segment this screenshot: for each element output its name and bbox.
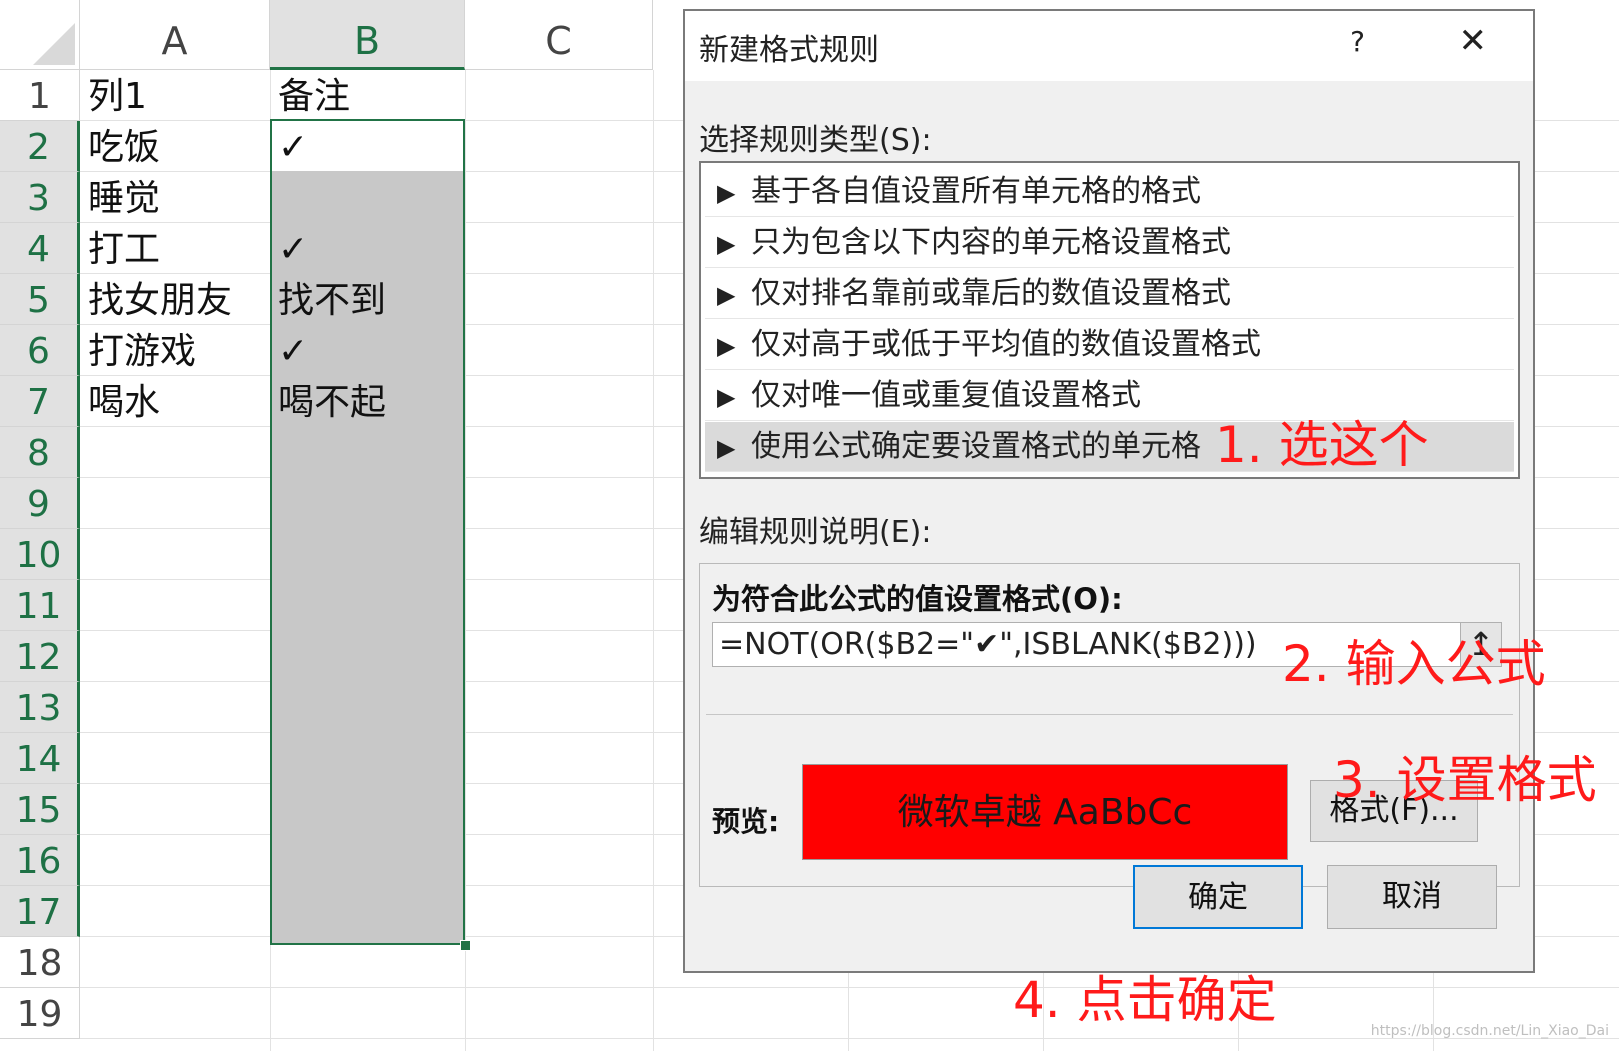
formula-text: =NOT(OR($B2="✔",ISBLANK($B2))) bbox=[719, 627, 1257, 662]
row-header-3[interactable]: 3 bbox=[0, 172, 80, 223]
row-header-17[interactable]: 17 bbox=[0, 886, 80, 937]
cell-b4[interactable]: ✓ bbox=[270, 223, 308, 274]
grid-line bbox=[465, 70, 466, 1051]
triangle-right-icon: ▶ bbox=[717, 179, 736, 207]
dialog-title: 新建格式规则 bbox=[699, 33, 879, 68]
formula-heading: 为符合此公式的值设置格式(O): bbox=[712, 582, 1123, 616]
cell-a3[interactable]: 睡觉 bbox=[80, 172, 160, 223]
column-header-c[interactable]: C bbox=[465, 0, 653, 70]
rule-type-label-text: 仅对排名靠前或靠后的数值设置格式 bbox=[751, 276, 1231, 311]
edit-rule-area: 为符合此公式的值设置格式(O): =NOT(OR($B2="✔",ISBLANK… bbox=[699, 563, 1520, 887]
column-header-b[interactable]: B bbox=[270, 0, 465, 70]
cell-a6[interactable]: 打游戏 bbox=[80, 325, 196, 376]
triangle-right-icon: ▶ bbox=[717, 434, 736, 462]
row-header-14[interactable]: 14 bbox=[0, 733, 80, 784]
row-header-16[interactable]: 16 bbox=[0, 835, 80, 886]
triangle-right-icon: ▶ bbox=[717, 230, 736, 258]
row-header-18[interactable]: 18 bbox=[0, 937, 80, 988]
fill-handle[interactable] bbox=[460, 940, 471, 951]
cell-a1[interactable]: 列1 bbox=[80, 70, 147, 121]
row-header-1[interactable]: 1 bbox=[0, 70, 80, 121]
rule-type-label: 选择规则类型(S): bbox=[699, 123, 932, 158]
cell-b1[interactable]: 备注 bbox=[270, 70, 350, 121]
cell-b6[interactable]: ✓ bbox=[270, 325, 308, 376]
annotation-step-4: 4. 点击确定 bbox=[1013, 971, 1277, 1029]
cell-b2[interactable]: ✓ bbox=[270, 121, 308, 172]
grid-line bbox=[80, 987, 1619, 988]
new-format-rule-dialog: 新建格式规则 ? ✕ 选择规则类型(S): ▶ 基于各自值设置所有单元格的格式 ▶… bbox=[683, 9, 1535, 973]
row-header-10[interactable]: 10 bbox=[0, 529, 80, 580]
row-header-19[interactable]: 19 bbox=[0, 988, 80, 1039]
row-header-15[interactable]: 15 bbox=[0, 784, 80, 835]
select-all-corner[interactable] bbox=[0, 0, 80, 70]
row-header-5[interactable]: 5 bbox=[0, 274, 80, 325]
dialog-titlebar[interactable]: 新建格式规则 ? ✕ bbox=[685, 11, 1533, 81]
rule-type-item[interactable]: ▶ 仅对高于或低于平均值的数值设置格式 bbox=[705, 320, 1514, 370]
rule-type-label-text: 仅对唯一值或重复值设置格式 bbox=[751, 378, 1141, 413]
watermark: https://blog.csdn.net/Lin_Xiao_Dai bbox=[1370, 1023, 1609, 1039]
row-header-13[interactable]: 13 bbox=[0, 682, 80, 733]
cell-a5[interactable]: 找女朋友 bbox=[80, 274, 232, 325]
triangle-right-icon: ▶ bbox=[717, 332, 736, 360]
close-icon[interactable]: ✕ bbox=[1459, 21, 1488, 61]
edit-rule-label: 编辑规则说明(E): bbox=[699, 515, 932, 550]
annotation-step-3: 3. 设置格式 bbox=[1333, 751, 1597, 809]
preview-label: 预览: bbox=[712, 805, 780, 838]
annotation-step-2: 2. 输入公式 bbox=[1282, 635, 1546, 693]
row-header-4[interactable]: 4 bbox=[0, 223, 80, 274]
rule-type-item[interactable]: ▶ 只为包含以下内容的单元格设置格式 bbox=[705, 218, 1514, 268]
help-button[interactable]: ? bbox=[1350, 25, 1365, 58]
row-header-7[interactable]: 7 bbox=[0, 376, 80, 427]
select-all-triangle-icon bbox=[33, 23, 75, 65]
triangle-right-icon: ▶ bbox=[717, 281, 736, 309]
cell-b5[interactable]: 找不到 bbox=[270, 274, 386, 325]
rule-type-item[interactable]: ▶ 基于各自值设置所有单元格的格式 bbox=[705, 167, 1514, 217]
cell-a4[interactable]: 打工 bbox=[80, 223, 160, 274]
column-header-a[interactable]: A bbox=[80, 0, 270, 70]
format-preview: 微软卓越 AaBbCc bbox=[802, 764, 1288, 860]
annotation-step-1: 1. 选这个 bbox=[1215, 416, 1429, 474]
cell-b7[interactable]: 喝不起 bbox=[270, 376, 386, 427]
cell-a7[interactable]: 喝水 bbox=[80, 376, 160, 427]
rule-type-label-text: 使用公式确定要设置格式的单元格 bbox=[751, 429, 1201, 464]
row-header-12[interactable]: 12 bbox=[0, 631, 80, 682]
rule-type-label-text: 只为包含以下内容的单元格设置格式 bbox=[751, 225, 1231, 260]
row-header-2[interactable]: 2 bbox=[0, 121, 80, 172]
row-header-11[interactable]: 11 bbox=[0, 580, 80, 631]
cancel-button[interactable]: 取消 bbox=[1327, 865, 1497, 929]
divider bbox=[706, 714, 1513, 715]
grid-line bbox=[653, 70, 654, 1051]
rule-type-label-text: 仅对高于或低于平均值的数值设置格式 bbox=[751, 327, 1261, 362]
cell-a2[interactable]: 吃饭 bbox=[80, 121, 160, 172]
row-header-8[interactable]: 8 bbox=[0, 427, 80, 478]
row-header-6[interactable]: 6 bbox=[0, 325, 80, 376]
triangle-right-icon: ▶ bbox=[717, 383, 736, 411]
rule-type-label-text: 基于各自值设置所有单元格的格式 bbox=[751, 174, 1201, 209]
rule-type-item[interactable]: ▶ 仅对排名靠前或靠后的数值设置格式 bbox=[705, 269, 1514, 319]
ok-button[interactable]: 确定 bbox=[1133, 865, 1303, 929]
row-header-9[interactable]: 9 bbox=[0, 478, 80, 529]
